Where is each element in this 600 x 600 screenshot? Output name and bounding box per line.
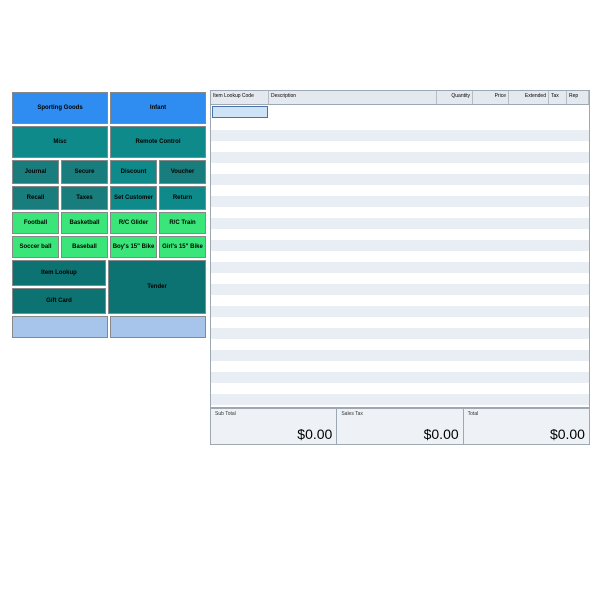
pos-app: Sporting Goods Infant Misc Remote Contro… [10,90,590,445]
header-tax[interactable]: Tax [549,91,567,104]
header-price[interactable]: Price [473,91,509,104]
item-soccerball[interactable]: Soccer ball [12,236,59,258]
left-button-panel: Sporting Goods Infant Misc Remote Contro… [10,90,208,445]
item-rc-train[interactable]: R/C Train [159,212,206,234]
header-extended[interactable]: Extended [509,91,549,104]
voucher-button[interactable]: Voucher [159,160,206,184]
transaction-panel: Item Lookup Code Description Quantity Pr… [210,90,590,445]
category-misc[interactable]: Misc [12,126,108,158]
item-football[interactable]: Football [12,212,59,234]
item-code-input[interactable] [212,106,268,118]
taxes-button[interactable]: Taxes [61,186,108,210]
tender-button[interactable]: Tender [108,260,206,314]
recall-button[interactable]: Recall [12,186,59,210]
item-boys-bike[interactable]: Boy's 15" Bike [110,236,157,258]
return-button[interactable]: Return [159,186,206,210]
header-rep[interactable]: Rep [567,91,589,104]
secure-button[interactable]: Secure [61,160,108,184]
next-page-button[interactable]: Next [110,316,206,338]
category-sporting-goods[interactable]: Sporting Goods [12,92,108,124]
grid-body[interactable] [211,119,589,408]
total-value: $0.00 [468,417,585,442]
item-rc-glider[interactable]: R/C Glider [110,212,157,234]
item-basketball[interactable]: Basketball [61,212,108,234]
header-item-lookup-code[interactable]: Item Lookup Code [211,91,269,104]
header-quantity[interactable]: Quantity [437,91,473,104]
category-infant[interactable]: Infant [110,92,206,124]
category-remote-control[interactable]: Remote Control [110,126,206,158]
salestax-value: $0.00 [341,417,458,442]
item-lookup-button[interactable]: Item Lookup [12,260,106,286]
set-customer-button[interactable]: Set Customer [110,186,157,210]
discount-button[interactable]: Discount [110,160,157,184]
salestax-cell: Sales Tax $0.00 [337,408,463,444]
subtotal-cell: Sub Total $0.00 [211,408,337,444]
item-girls-bike[interactable]: Girl's 15" Bike [159,236,206,258]
item-baseball[interactable]: Baseball [61,236,108,258]
grid-header: Item Lookup Code Description Quantity Pr… [211,91,589,105]
totals-bar: Sub Total $0.00 Sales Tax $0.00 Total $0… [211,408,589,444]
header-description[interactable]: Description [269,91,437,104]
prev-page-button[interactable]: Prev [12,316,108,338]
gift-card-button[interactable]: Gift Card [12,288,106,314]
subtotal-value: $0.00 [215,417,332,442]
grid-input-row [211,105,589,119]
total-cell: Total $0.00 [464,408,589,444]
journal-button[interactable]: Journal [12,160,59,184]
